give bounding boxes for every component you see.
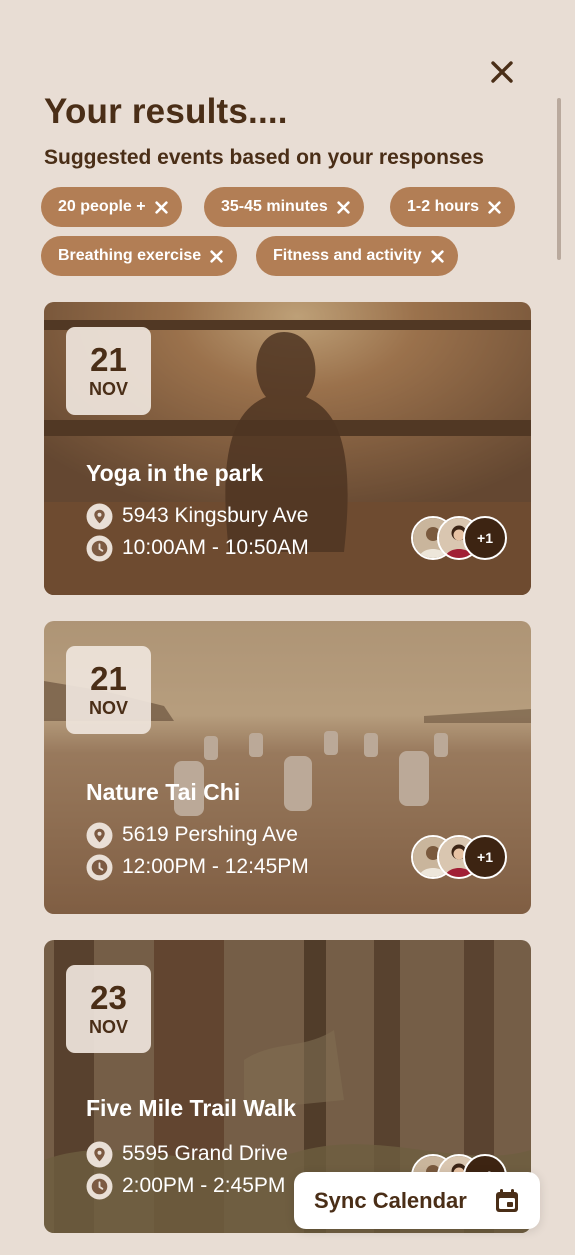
clock-icon <box>86 1173 113 1200</box>
date-badge: 21 NOV <box>66 327 151 415</box>
sync-calendar-label: Sync Calendar <box>314 1187 467 1213</box>
calendar-icon <box>496 1188 518 1212</box>
close-icon <box>491 61 513 83</box>
date-month: NOV <box>88 1017 128 1037</box>
event-address: 5943 Kingsbury Ave <box>122 504 309 527</box>
event-address: 5595 Grand Drive <box>122 1142 288 1165</box>
event-title: Yoga in the park <box>86 460 264 486</box>
date-day: 21 <box>90 341 127 378</box>
event-title: Nature Tai Chi <box>86 779 241 805</box>
date-day: 21 <box>90 660 127 697</box>
attendee-avatars[interactable]: +1 <box>411 516 507 560</box>
remove-filter-icon[interactable] <box>210 249 223 263</box>
date-month: NOV <box>88 379 128 399</box>
remove-filter-icon[interactable] <box>430 249 444 263</box>
event-location: 5943 Kingsbury Ave <box>86 503 308 529</box>
event-title: Five Mile Trail Walk <box>86 1095 297 1121</box>
page-title: Your results.... <box>44 92 288 131</box>
close-button[interactable] <box>486 56 518 88</box>
remove-filter-icon[interactable] <box>154 200 168 214</box>
filter-chip-label: Fitness and activity <box>273 247 422 264</box>
location-pin-icon <box>86 1141 113 1168</box>
location-pin-icon <box>86 503 113 530</box>
filter-chip-label: 20 people + <box>58 198 146 215</box>
filter-chip-breathing[interactable]: Breathing exercise <box>41 236 238 276</box>
remove-filter-icon[interactable] <box>337 200 350 214</box>
event-time: 12:00PM - 12:45PM <box>122 855 309 878</box>
attendee-avatars[interactable]: +1 <box>411 835 507 879</box>
page-subtitle: Suggested events based on your responses <box>44 146 484 169</box>
filter-chip-label: 1-2 hours <box>407 198 480 215</box>
filter-chip-label: Breathing exercise <box>58 247 202 264</box>
event-card-yoga[interactable]: 21 NOV Yoga in the park 5943 Kingsbury A… <box>44 302 531 595</box>
event-time: 10:00AM - 10:50AM <box>122 536 309 559</box>
event-address: 5619 Pershing Ave <box>122 823 298 846</box>
filter-chip-label: 35-45 minutes <box>221 198 328 215</box>
event-time-row: 2:00PM - 2:45PM <box>86 1173 285 1199</box>
date-day: 23 <box>90 979 127 1016</box>
clock-icon <box>86 535 113 562</box>
more-attendees-badge: +1 <box>463 516 507 560</box>
event-time-row: 10:00AM - 10:50AM <box>86 535 309 561</box>
event-time: 2:00PM - 2:45PM <box>122 1174 286 1197</box>
event-time-row: 12:00PM - 12:45PM <box>86 854 309 880</box>
location-pin-icon <box>86 822 113 849</box>
clock-icon <box>86 854 113 881</box>
sync-calendar-button[interactable]: Sync Calendar <box>294 1172 540 1229</box>
filter-chip-fitness[interactable]: Fitness and activity <box>256 236 458 276</box>
event-location: 5619 Pershing Ave <box>86 822 298 848</box>
remove-filter-icon[interactable] <box>488 200 501 214</box>
more-attendees-badge: +1 <box>463 835 507 879</box>
filter-chip-hours[interactable]: 1-2 hours <box>390 187 516 227</box>
filter-chip-people[interactable]: 20 people + <box>41 187 182 227</box>
filter-chip-minutes[interactable]: 35-45 minutes <box>204 187 364 227</box>
event-location: 5595 Grand Drive <box>86 1141 288 1167</box>
scrollbar[interactable] <box>557 98 561 260</box>
event-card-taichi[interactable]: 21 NOV Nature Tai Chi 5619 Pershing Ave … <box>44 621 531 914</box>
date-badge: 23 NOV <box>66 965 151 1053</box>
date-month: NOV <box>88 698 128 718</box>
date-badge: 21 NOV <box>66 646 151 734</box>
